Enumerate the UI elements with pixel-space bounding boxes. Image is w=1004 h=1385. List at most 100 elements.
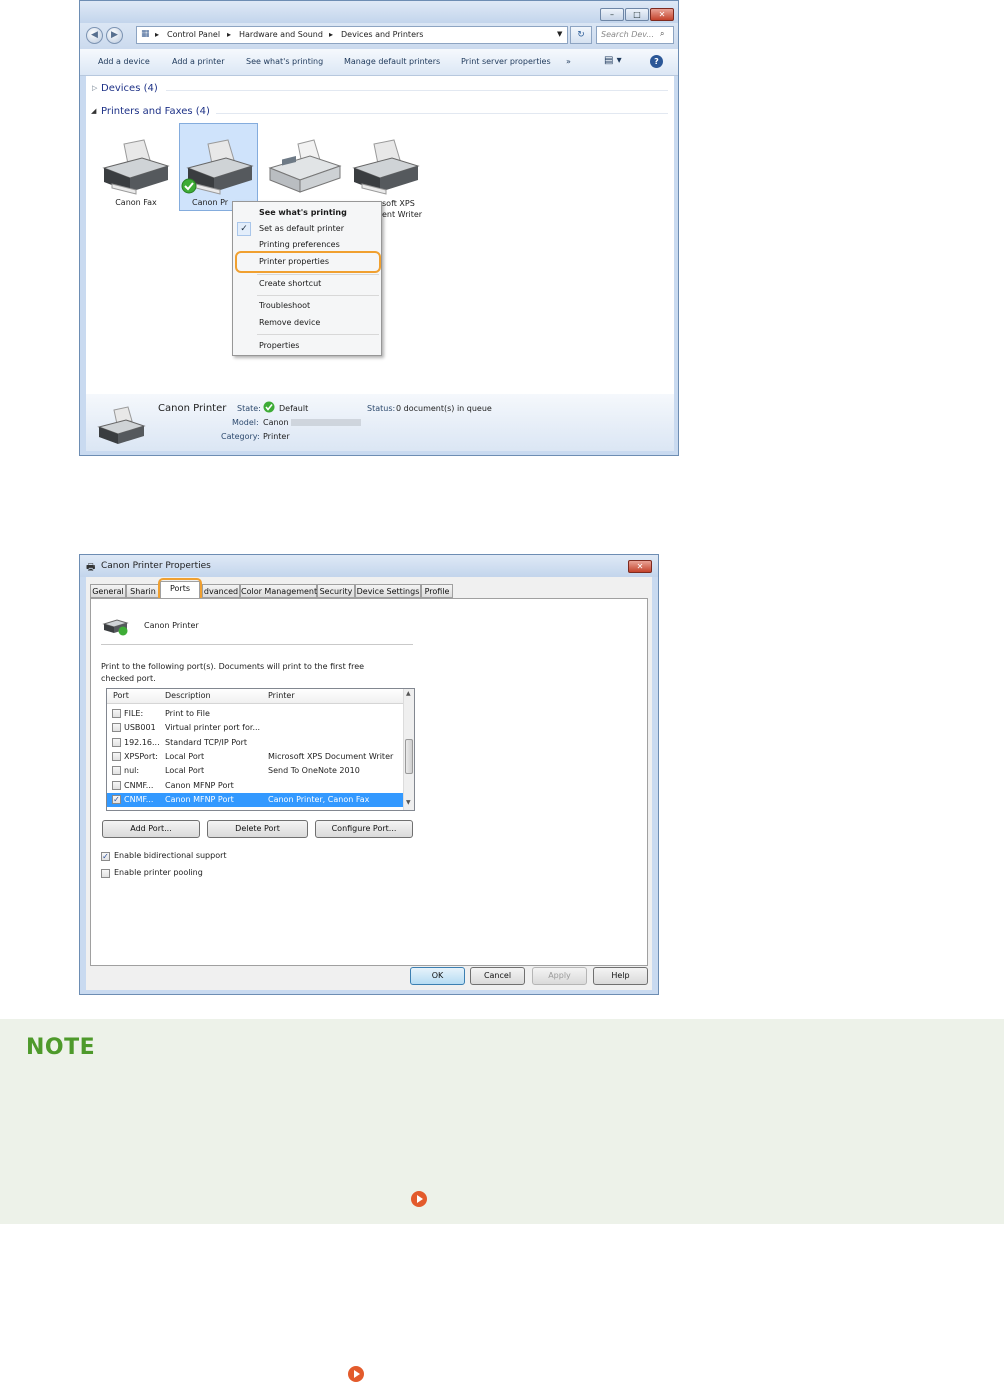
port-cell-description: Canon MFNP Port [165, 794, 234, 804]
menu-item-printing-preferences[interactable]: Printing preferences [233, 238, 381, 252]
help-icon[interactable]: ? [650, 55, 663, 68]
tab-sharing[interactable]: Sharin [126, 584, 160, 598]
tab-color-management[interactable]: Color Management [240, 584, 317, 598]
devices-content: ▷ Devices (4) ◢ Printers and Faxes (4) C… [86, 76, 674, 394]
port-row[interactable]: FILE: Print to File [107, 707, 403, 721]
port-row[interactable]: USB001 Virtual printer port for... [107, 721, 403, 735]
printer-pooling-checkbox[interactable] [101, 869, 110, 878]
add-device-button[interactable]: Add a device [98, 57, 150, 66]
tab-general[interactable]: General [90, 584, 126, 598]
menu-item-properties[interactable]: Properties [233, 339, 381, 353]
forward-button[interactable]: ▶ [106, 27, 123, 44]
fax-icon[interactable] [264, 138, 344, 198]
note-title: NOTE [26, 1035, 96, 1060]
view-options-icon[interactable]: ▤ ▾ [604, 55, 622, 66]
breadcrumb-hardware-and-sound[interactable]: Hardware and Sound [239, 30, 323, 39]
tab-advanced[interactable]: dvanced [202, 584, 240, 598]
note-box: NOTE [0, 1019, 1004, 1224]
port-cell-port: USB001 [124, 723, 156, 733]
port-checkbox[interactable]: ✓ [112, 794, 121, 804]
delete-port-button[interactable]: Delete Port [207, 820, 308, 838]
port-list-scrollbar[interactable]: ▲ ▼ [403, 689, 414, 810]
minimize-button[interactable]: – [600, 8, 624, 21]
tab-profile[interactable]: Profile [421, 584, 453, 598]
cancel-button[interactable]: Cancel [470, 967, 525, 985]
port-row[interactable]: ✓ CNMF... Canon MFNP Port Canon Printer, Ca… [107, 792, 403, 807]
default-check-icon [263, 401, 275, 413]
port-checkbox[interactable] [112, 737, 121, 747]
group-devices[interactable]: Devices (4) [101, 83, 158, 94]
port-row[interactable]: CNMF... Canon MFNP Port [107, 779, 403, 793]
search-input[interactable]: Search Dev... ⌕ [596, 26, 674, 44]
menu-item-remove-device[interactable]: Remove device [233, 316, 381, 330]
port-cell-printer: Send To OneNote 2010 [268, 766, 360, 776]
configure-port-button[interactable]: Configure Port... [315, 820, 413, 838]
context-menu: See what's printing ✓ Set as default pri… [232, 201, 382, 356]
scroll-up-icon[interactable]: ▲ [406, 690, 411, 697]
apply-button[interactable]: Apply [532, 967, 587, 985]
print-server-properties-button[interactable]: Print server properties [461, 57, 551, 66]
address-dropdown-icon[interactable]: ▼ [557, 30, 562, 38]
link-arrow-icon[interactable] [411, 1191, 427, 1207]
port-cell-description: Local Port [165, 766, 205, 776]
port-checkbox[interactable] [112, 751, 121, 761]
dialog-close-button[interactable]: ✕ [628, 560, 652, 573]
bidirectional-support-checkbox[interactable]: ✓ [101, 852, 110, 861]
port-row[interactable]: XPSPort: Local Port Microsoft XPS Document… [107, 750, 403, 764]
refresh-icon[interactable]: ↻ [570, 26, 592, 44]
port-row[interactable]: nul: Local Port Send To OneNote 2010 [107, 764, 403, 778]
link-arrow-icon[interactable] [348, 1366, 364, 1382]
printer-icon [97, 406, 146, 444]
ok-button[interactable]: OK [410, 967, 465, 985]
breadcrumb-control-panel[interactable]: Control Panel [167, 30, 220, 39]
add-port-button[interactable]: Add Port... [102, 820, 200, 838]
details-pane: Canon Printer State: Default Status: 0 d… [86, 394, 674, 451]
details-status-value: 0 document(s) in queue [396, 404, 492, 413]
expand-arrow-icon[interactable]: ▷ [92, 84, 97, 92]
scroll-down-icon[interactable]: ▼ [406, 799, 411, 806]
details-printer-name: Canon Printer [158, 403, 227, 414]
port-cell-printer: Microsoft XPS Document Writer [268, 751, 394, 761]
menu-item-troubleshoot[interactable]: Troubleshoot [233, 299, 381, 313]
printer-icon[interactable] [96, 138, 176, 198]
printer-small-icon: 🖶 [86, 562, 96, 573]
manage-default-printers-button[interactable]: Manage default printers [344, 57, 440, 66]
tab-device-settings[interactable]: Device Settings [355, 584, 421, 598]
port-instruction-text: Print to the following port(s). Document… [101, 662, 365, 671]
group-printers-and-faxes[interactable]: Printers and Faxes (4) [101, 106, 210, 117]
close-button[interactable]: ✕ [650, 8, 674, 21]
address-bar[interactable]: ▦ ▸ Control Panel ▸ Hardware and Sound ▸… [136, 26, 568, 44]
back-button[interactable]: ◀ [86, 27, 103, 44]
port-checkbox[interactable] [112, 723, 121, 733]
maximize-button[interactable]: □ [625, 8, 649, 21]
printer-icon [102, 619, 129, 636]
port-instruction-text-2: checked port. [101, 674, 156, 683]
port-checkbox[interactable] [112, 709, 121, 718]
port-cell-description: Local Port [165, 751, 205, 761]
details-state-value: Default [279, 404, 309, 413]
column-header-printer[interactable]: Printer [268, 689, 295, 703]
port-checkbox[interactable] [112, 766, 121, 776]
port-cell-description: Canon MFNP Port [165, 780, 234, 790]
add-printer-button[interactable]: Add a printer [172, 57, 224, 66]
breadcrumb-devices-and-printers[interactable]: Devices and Printers [341, 30, 423, 39]
port-list[interactable]: Port Description Printer FILE: Print to F… [106, 688, 415, 811]
collapse-arrow-icon[interactable]: ◢ [91, 107, 96, 115]
column-header-description[interactable]: Description [165, 689, 211, 703]
column-header-port[interactable]: Port [113, 689, 129, 703]
port-checkbox[interactable] [112, 780, 121, 790]
printer-icon[interactable] [346, 138, 426, 198]
dialog-body: General Sharin Ports dvanced Color Manag… [86, 577, 652, 990]
more-commands-button[interactable]: » [566, 57, 571, 66]
details-model-value: Canon [263, 418, 289, 427]
scroll-thumb[interactable] [405, 739, 413, 774]
port-cell-port: FILE: [124, 709, 144, 718]
menu-item-see-whats-printing[interactable]: See what's printing [233, 206, 381, 220]
menu-item-set-default-printer[interactable]: Set as default printer [233, 222, 381, 236]
tab-security[interactable]: Security [317, 584, 355, 598]
see-whats-printing-button[interactable]: See what's printing [246, 57, 323, 66]
menu-item-create-shortcut[interactable]: Create shortcut [233, 277, 381, 291]
dialog-title-bar: 🖶 Canon Printer Properties ✕ [80, 555, 658, 577]
port-row[interactable]: 192.16... Standard TCP/IP Port [107, 736, 403, 750]
help-button[interactable]: Help [593, 967, 648, 985]
